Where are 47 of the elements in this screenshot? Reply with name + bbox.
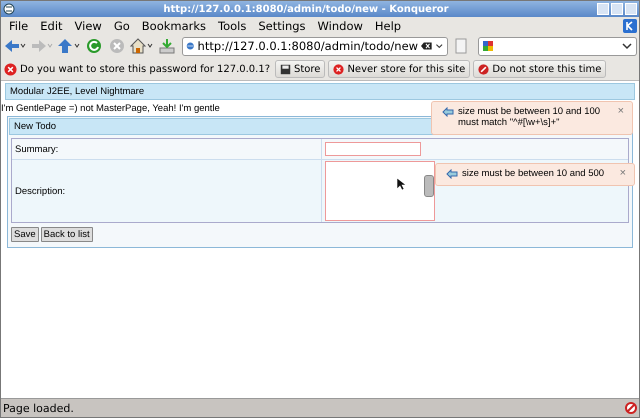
page-header: Modular J2EE, Level Nightmare xyxy=(5,83,635,100)
arrow-icon xyxy=(446,169,458,179)
summary-field[interactable] xyxy=(325,142,421,156)
save-button[interactable]: Save xyxy=(11,227,39,242)
field-label: Description: xyxy=(15,186,66,196)
status-text: Page loaded. xyxy=(3,402,74,414)
validation-message: size must be between 10 and 500 xyxy=(462,168,606,179)
menu-item[interactable]: Window xyxy=(312,18,369,32)
menu-item[interactable]: View xyxy=(68,18,108,32)
not-now-button[interactable]: Do not store this time xyxy=(473,60,606,78)
clear-icon[interactable] xyxy=(421,40,432,52)
mouse-cursor-icon xyxy=(396,177,406,191)
download-icon[interactable] xyxy=(159,38,175,54)
close-button[interactable]: × xyxy=(620,168,626,178)
menu-item[interactable]: Tools xyxy=(212,18,252,32)
menu-item[interactable]: Edit xyxy=(34,18,69,32)
menu-item[interactable]: Help xyxy=(368,18,408,32)
validation-message: size must be between 10 and 100 xyxy=(458,106,602,117)
password-prompt: Do you want to store this password for 127.0.0.1? xyxy=(20,64,270,74)
menu-item[interactable]: Bookmarks xyxy=(136,18,212,32)
intro-text: I'm GentlePage =) not MasterPage, Yeah! I'm gentle xyxy=(1,103,220,114)
stop-icon[interactable] xyxy=(109,38,125,54)
error-icon xyxy=(4,62,17,76)
menu-item[interactable]: File xyxy=(3,18,34,32)
logo-icon xyxy=(623,18,637,32)
home-icon[interactable] xyxy=(130,38,154,54)
store-button[interactable]: Store xyxy=(275,60,326,78)
arrow-icon xyxy=(442,107,454,117)
menu-item[interactable]: Go xyxy=(108,18,136,32)
back-button[interactable]: Back to list xyxy=(40,227,93,242)
error-icon xyxy=(333,64,344,74)
description-field[interactable] xyxy=(325,161,435,221)
search-field[interactable] xyxy=(478,36,637,56)
reload-icon[interactable] xyxy=(86,38,102,54)
document-icon[interactable] xyxy=(453,38,469,54)
address-field[interactable]: http://127.0.0.1:8080/admin/todo/new xyxy=(182,36,448,56)
validation-message: must match "^#[\w+\s]+" xyxy=(458,117,560,128)
never-store-button[interactable]: Never store for this site xyxy=(328,60,470,78)
back-icon[interactable] xyxy=(3,38,27,54)
menu-item[interactable]: Settings xyxy=(252,18,312,32)
field-label: Summary: xyxy=(15,144,58,154)
blocked-icon xyxy=(625,402,637,414)
window-title: http://127.0.0.1:8080/admin/todo/new - Konqueror xyxy=(162,4,450,14)
close-button[interactable]: × xyxy=(618,106,624,116)
search-engine-icon xyxy=(482,40,494,52)
up-icon[interactable] xyxy=(57,38,81,54)
blocked-icon xyxy=(478,64,490,74)
